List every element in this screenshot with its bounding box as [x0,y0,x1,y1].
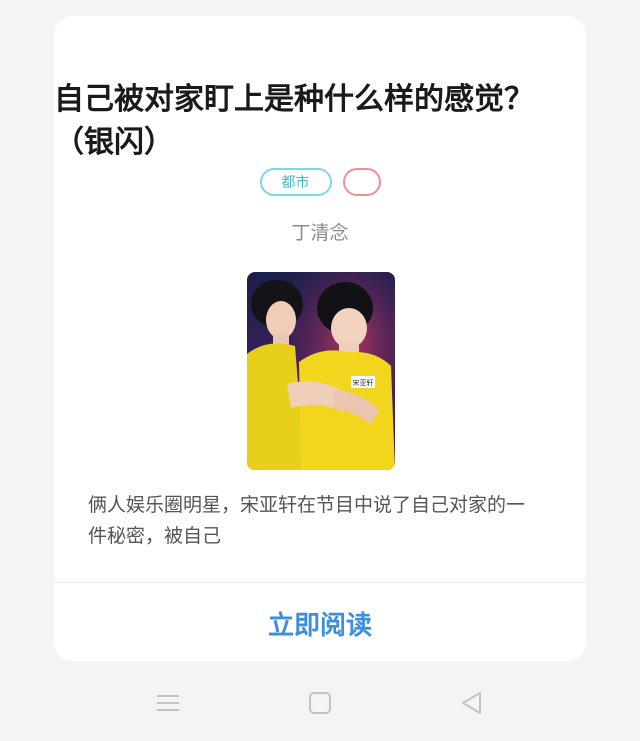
cover-illustration: 宋亚轩 [247,272,395,470]
author-name: 丁清念 [291,222,349,244]
system-navigation-bar [0,672,640,734]
book-card[interactable]: 自己被对家盯上是种什么样的感觉？（银闪） 都市 丁清念 宋亚轩 俩人娱乐圈明星，… [54,16,586,661]
back-icon[interactable] [456,688,488,718]
read-now-button[interactable]: 立即阅读 [54,596,586,656]
divider [54,582,586,583]
tag-list: 都市 [54,168,586,196]
tag-genre[interactable]: 都市 [259,168,332,196]
book-summary: 俩人娱乐圈明星，宋亚轩在节目中说了自己对家的一件秘密，被自己 [88,494,526,547]
book-title: 自己被对家盯上是种什么样的感觉？（银闪） [54,82,534,160]
menu-icon[interactable] [152,688,184,718]
book-cover-image[interactable]: 宋亚轩 [247,272,395,470]
home-icon[interactable] [304,688,336,718]
tag-second[interactable] [342,168,381,196]
cover-name-badge: 宋亚轩 [353,378,374,387]
